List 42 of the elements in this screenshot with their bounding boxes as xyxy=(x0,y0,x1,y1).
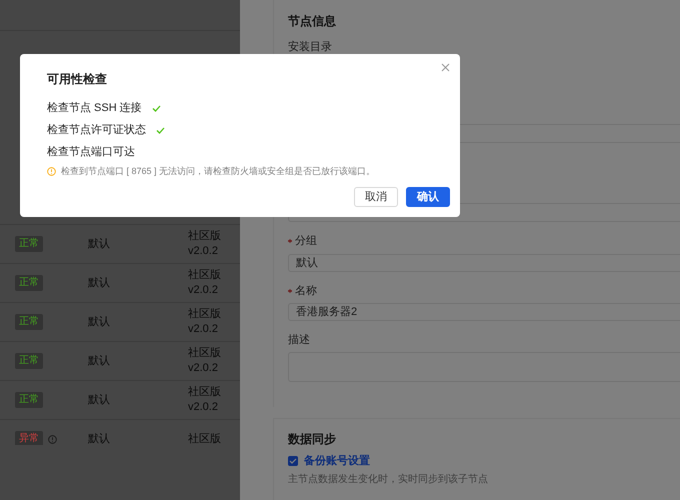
section-title: 数据同步 xyxy=(288,431,337,447)
cancel-button[interactable]: 取消 xyxy=(354,187,398,207)
table-cell-text: 默认 xyxy=(88,354,111,368)
table-cell-text: 社区版 xyxy=(188,307,222,322)
status-tag: 正常 xyxy=(15,314,43,330)
table-cell-text: v2.0.2 xyxy=(188,244,219,259)
warning-message: 检查到节点端口 [ 8765 ] 无法访问，请检查防火墙或安全组是否已放行该端口。 xyxy=(61,165,376,178)
table-cell-text: 默认 xyxy=(88,276,111,290)
table-cell-text: 默认 xyxy=(88,237,111,251)
table-cell-text: 社区版 xyxy=(188,432,222,445)
table-cell-text: 社区版 xyxy=(188,346,222,361)
table-cell-text: 默认 xyxy=(88,315,111,329)
help-text: 主节点数据发生变化时，实时同步到该子节点 xyxy=(288,473,489,487)
check-label: 检查节点 SSH 连接 xyxy=(47,101,142,115)
dialog-title: 可用性检查 xyxy=(47,72,108,86)
confirm-button[interactable]: 确认 xyxy=(406,187,450,207)
status-tag: 异常 xyxy=(15,431,43,445)
status-tag: 正常 xyxy=(15,275,43,291)
table-cell-text: 默认 xyxy=(88,393,111,407)
field-label: 描述 xyxy=(288,333,310,347)
input-field[interactable]: 默认 xyxy=(288,254,680,272)
section-title: 节点信息 xyxy=(288,13,337,29)
table-cell-text: 默认 xyxy=(88,432,111,445)
status-tag: 正常 xyxy=(15,392,43,408)
table-cell-text: 社区版 xyxy=(188,229,222,244)
close-icon[interactable] xyxy=(441,63,450,72)
field-label: 安装目录 xyxy=(288,40,332,54)
field-label: 名称 xyxy=(295,284,317,298)
table-cell-text: v2.0.2 xyxy=(188,400,219,415)
table-cell-text: v2.0.2 xyxy=(188,283,219,298)
status-tag: 正常 xyxy=(15,353,43,369)
check-label: 检查节点许可证状态 xyxy=(47,123,146,137)
table-cell-text: 社区版 xyxy=(188,385,222,400)
checkbox-label[interactable]: 备份账号设置 xyxy=(304,454,370,468)
status-tag: 正常 xyxy=(15,236,43,252)
field-label: 分组 xyxy=(295,234,317,248)
table-cell-text: v2.0.2 xyxy=(188,361,219,376)
check-label: 检查节点端口可达 xyxy=(47,145,135,159)
table-cell-text: v2.0.2 xyxy=(188,322,219,337)
input-field[interactable]: 香港服务器2 xyxy=(288,303,680,321)
table-cell-text: 社区版 xyxy=(188,268,222,283)
checkbox[interactable] xyxy=(288,456,298,466)
